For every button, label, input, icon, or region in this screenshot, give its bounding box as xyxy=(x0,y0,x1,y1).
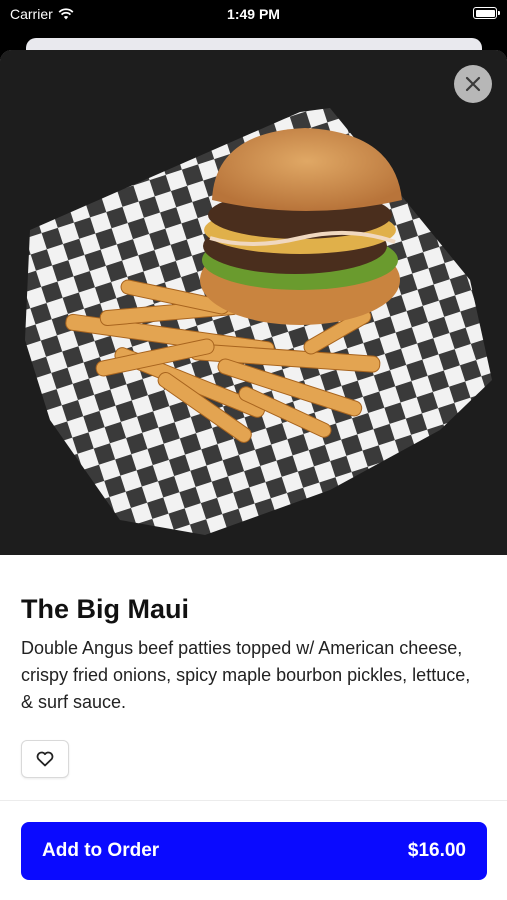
status-bar: Carrier 1:49 PM xyxy=(0,0,507,30)
item-title: The Big Maui xyxy=(21,594,189,624)
close-icon xyxy=(465,76,481,92)
add-to-order-label: Add to Order xyxy=(42,840,160,861)
item-info: The Big Maui Double Angus beef patties t… xyxy=(21,555,486,716)
item-photo xyxy=(0,50,507,555)
heart-icon xyxy=(36,751,54,767)
burger-illustration xyxy=(0,50,507,555)
close-button[interactable] xyxy=(454,65,492,103)
item-detail-sheet: The Big Maui Double Angus beef patties t… xyxy=(0,50,507,900)
favorite-button[interactable] xyxy=(21,740,69,778)
item-price: $16.00 xyxy=(407,840,466,861)
item-description: Double Angus beef patties topped w/ Amer… xyxy=(21,638,471,712)
footer-divider xyxy=(0,800,507,801)
status-time: 1:49 PM xyxy=(227,6,280,22)
battery-icon xyxy=(473,7,500,19)
add-to-order-button[interactable]: Add to Order $16.00 xyxy=(21,822,487,880)
